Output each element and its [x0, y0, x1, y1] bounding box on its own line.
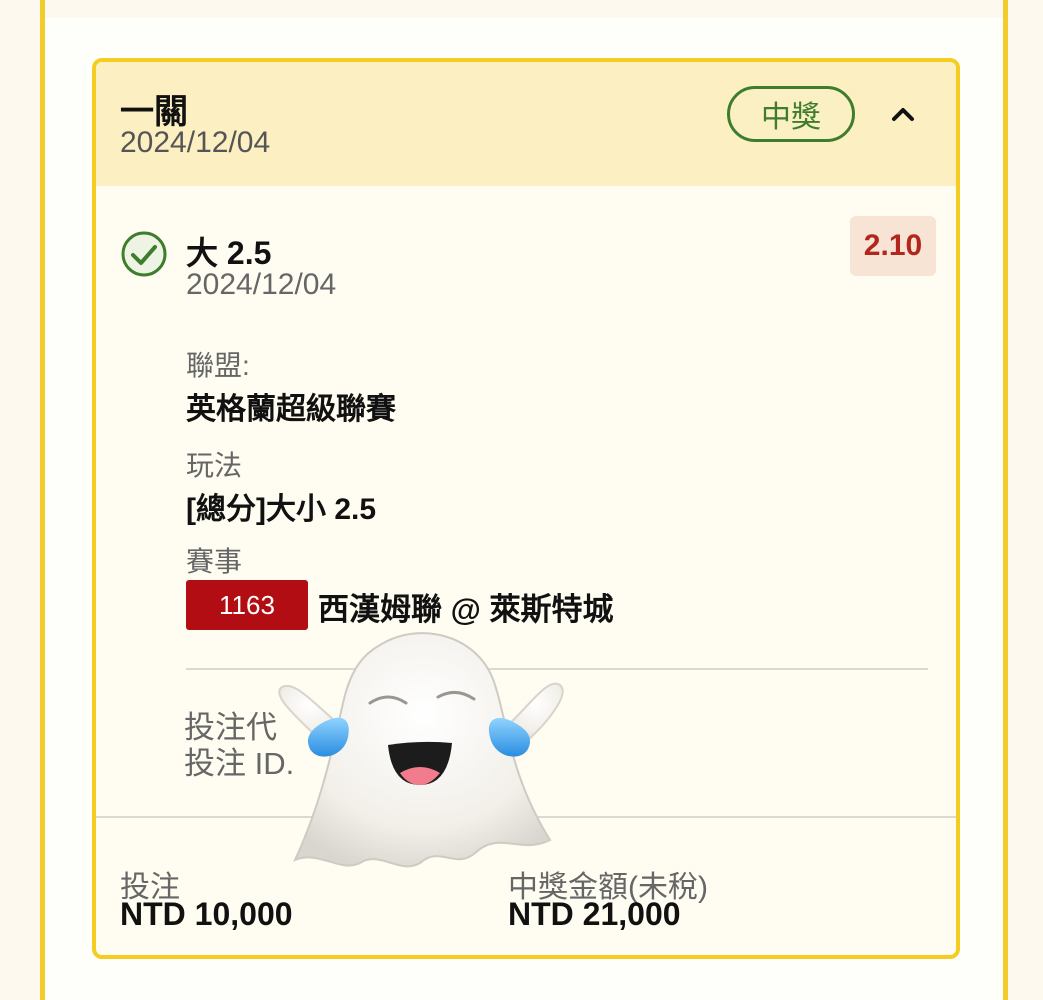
bet-date: 2024/12/04: [120, 126, 271, 159]
league-label: 聯盟:: [186, 350, 250, 381]
frame-top: [45, 0, 1003, 18]
league-value: 英格蘭超級聯賽: [186, 393, 396, 426]
event-label: 賽事: [186, 546, 243, 577]
odds-badge: 2.10: [850, 216, 936, 276]
stake-value: NTD 10,000: [120, 896, 293, 932]
market-value: [總分]大小 2.5: [186, 493, 377, 526]
payout-value: NTD 21,000: [508, 896, 681, 932]
status-badge: 中獎: [727, 86, 855, 142]
laughing-ghost-sticker: [278, 632, 564, 868]
chevron-up-icon[interactable]: [890, 104, 916, 124]
bet-card-header[interactable]: 一關 2024/12/04 中獎: [96, 62, 956, 186]
event-number-badge: 1163: [186, 580, 308, 630]
market-label: 玩法: [186, 450, 243, 481]
selection-date: 2024/12/04: [186, 268, 337, 301]
event-name: 西漢姆聯 @ 萊斯特城: [318, 592, 614, 627]
check-circle-icon: [121, 231, 167, 277]
